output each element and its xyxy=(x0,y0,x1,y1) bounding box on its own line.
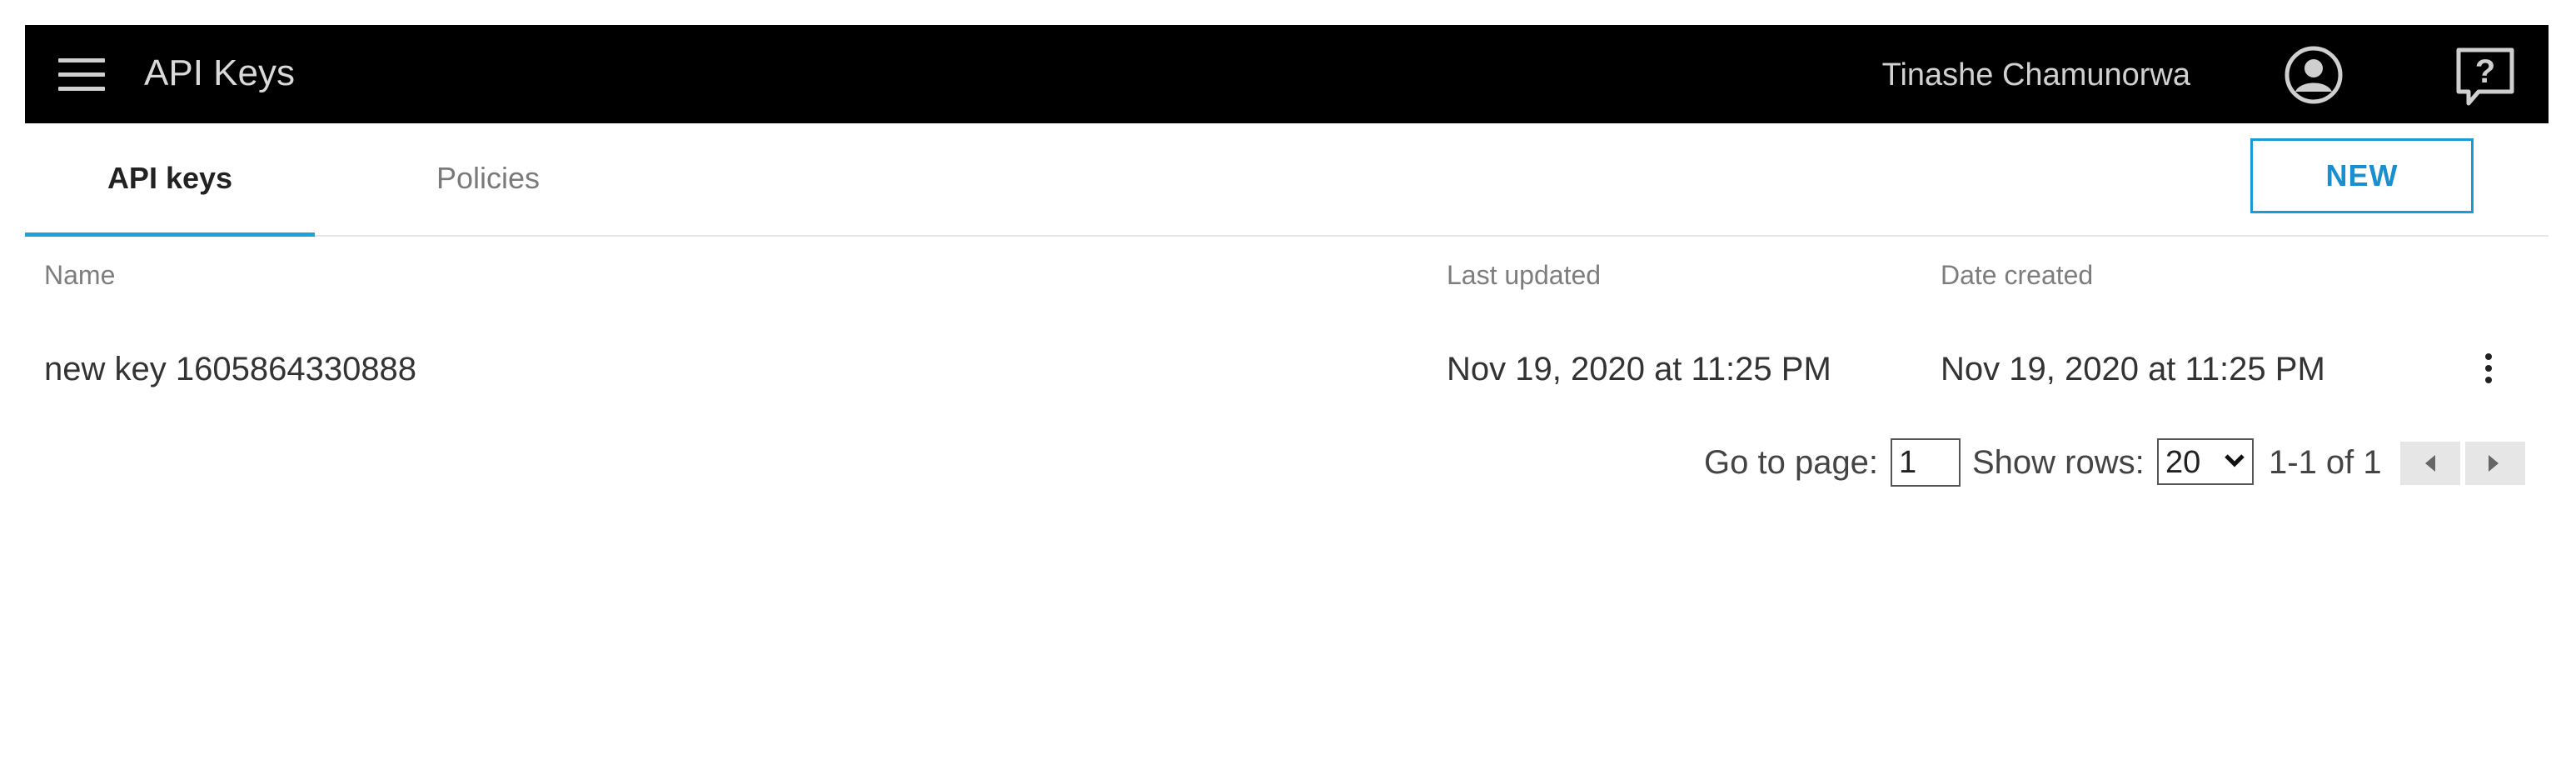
chevron-right-icon[interactable] xyxy=(2465,442,2525,485)
svg-text:?: ? xyxy=(2475,53,2495,90)
go-to-page-input[interactable] xyxy=(1891,438,1961,487)
pagination-range: 1-1 of 1 xyxy=(2269,444,2382,481)
rows-per-page-select[interactable]: 20 xyxy=(2157,438,2254,485)
chevron-left-icon[interactable] xyxy=(2400,442,2460,485)
date-created-cell: Nov 19, 2020 at 11:25 PM xyxy=(1941,351,2325,388)
key-name-cell[interactable]: new key 1605864330888 xyxy=(44,348,416,390)
help-question-icon[interactable]: ? xyxy=(2454,45,2517,108)
tab-bar: API keys Policies xyxy=(25,123,2549,237)
hamburger-menu-icon[interactable] xyxy=(58,58,105,92)
last-updated-cell: Nov 19, 2020 at 11:25 PM xyxy=(1447,351,1831,388)
column-header-name[interactable]: Name xyxy=(44,258,115,292)
rows-per-page-value: 20 xyxy=(2165,445,2201,480)
account-circle-icon[interactable] xyxy=(2284,45,2344,105)
go-to-page-label: Go to page: xyxy=(1704,444,1879,481)
show-rows-label: Show rows: xyxy=(1972,444,2145,481)
new-api-key-button[interactable]: NEW xyxy=(2250,138,2474,213)
top-header-bar: API Keys Tinashe Chamunorwa ? xyxy=(25,25,2549,123)
tab-api-keys[interactable]: API keys xyxy=(25,123,315,237)
tab-policies[interactable]: Policies xyxy=(343,123,633,233)
column-header-last-updated[interactable]: Last updated xyxy=(1447,258,1601,292)
page-title: API Keys xyxy=(144,52,295,93)
more-vertical-icon[interactable] xyxy=(2479,348,2499,390)
column-header-date-created[interactable]: Date created xyxy=(1941,258,2093,292)
page: API Keys Tinashe Chamunorwa ? API keys P… xyxy=(0,0,2576,760)
user-name[interactable]: Tinashe Chamunorwa xyxy=(1882,55,2190,95)
chevron-down-icon xyxy=(2225,454,2245,468)
